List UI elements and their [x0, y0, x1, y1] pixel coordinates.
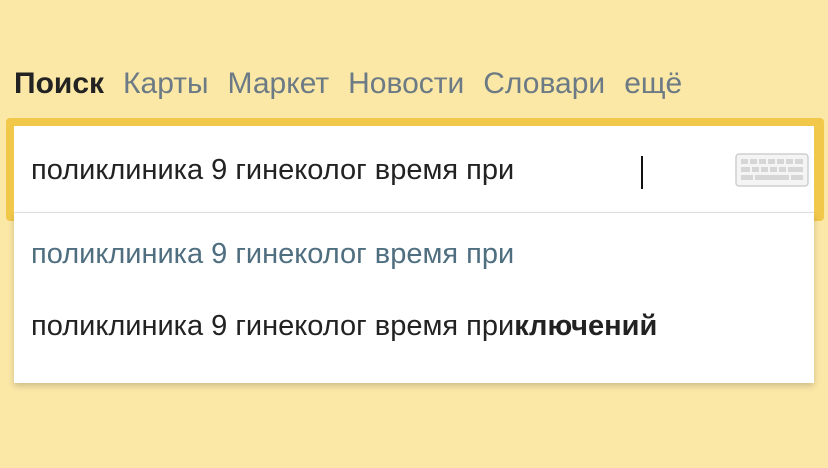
tab-search[interactable]: Поиск — [14, 67, 104, 101]
search-box — [14, 126, 814, 213]
tab-maps[interactable]: Карты — [123, 67, 209, 101]
tab-news[interactable]: Новости — [348, 67, 464, 101]
suggestion-item[interactable]: поликлиника 9 гинеколог время при — [31, 232, 806, 276]
search-tabs: Поиск Карты Маркет Новости Словари ещё — [14, 64, 682, 104]
text-caret — [641, 156, 643, 189]
suggestion-text: поликлиника 9 гинеколог время при — [31, 238, 515, 270]
tab-dictionaries[interactable]: Словари — [483, 67, 605, 101]
search-input[interactable] — [31, 148, 721, 192]
tab-more[interactable]: ещё — [624, 67, 682, 101]
suggestions-dropdown: поликлиника 9 гинеколог время при поликл… — [14, 213, 814, 383]
suggestion-completion: ключений — [514, 310, 658, 342]
tab-market[interactable]: Маркет — [228, 67, 330, 101]
suggestion-prefix: поликлиника 9 гинеколог время при — [31, 310, 515, 342]
keyboard-icon[interactable] — [735, 153, 809, 187]
suggestion-item[interactable]: поликлиника 9 гинеколог время приключени… — [31, 304, 806, 348]
